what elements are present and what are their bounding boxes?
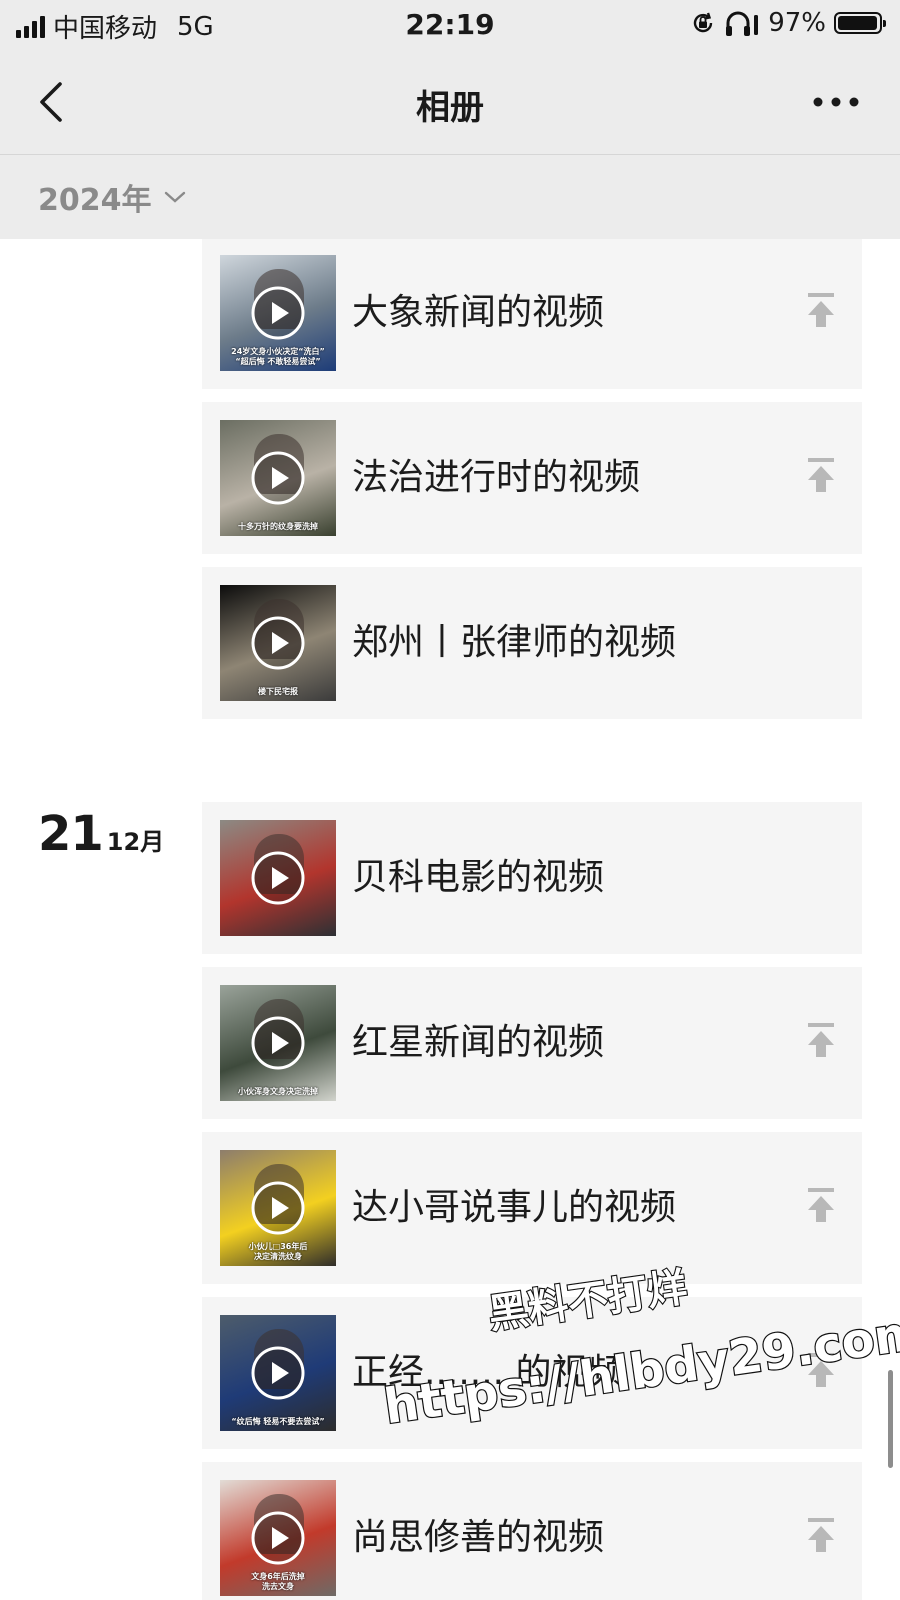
page-title: 相册	[416, 88, 484, 128]
video-thumbnail[interactable]: 文身6年后洗掉 洗去文身	[220, 1480, 336, 1596]
video-thumbnail[interactable]: “纹后悔 轻易不要去尝试”	[220, 1315, 336, 1431]
video-card[interactable]: 小伙儿□36年后 决定清洗纹身 达小哥说事儿的视频	[202, 1132, 862, 1284]
video-card[interactable]: 十多万针的纹身要洗掉 法治进行时的视频	[202, 402, 862, 554]
pin-to-top-icon[interactable]	[806, 456, 836, 496]
album-list: 24岁文身小伙决定“洗白” “超后悔 不敢轻易尝试” 大象新闻的视频十多万针的纹身…	[0, 239, 900, 1600]
video-thumbnail[interactable]	[220, 820, 336, 936]
date-month: 12月	[106, 828, 165, 856]
video-card[interactable]: “纹后悔 轻易不要去尝试” 正经........的视频	[202, 1297, 862, 1449]
video-card[interactable]: 小伙浑身文身决定洗掉 红星新闻的视频	[202, 967, 862, 1119]
video-card[interactable]: 贝科电影的视频	[202, 802, 862, 954]
video-thumbnail[interactable]: 小伙浑身文身决定洗掉	[220, 985, 336, 1101]
headphones-icon	[726, 11, 759, 36]
thumbnail-caption: 24岁文身小伙决定“洗白” “超后悔 不敢轻易尝试”	[231, 347, 325, 366]
battery-percent: 97%	[768, 8, 826, 38]
video-thumbnail[interactable]: 楼下民宅报	[220, 585, 336, 701]
nav-bar: 相册	[0, 52, 900, 155]
thumbnail-caption: 小伙儿□36年后 决定清洗纹身	[248, 1242, 308, 1261]
play-icon	[251, 1511, 305, 1565]
rotation-lock-icon	[694, 12, 713, 33]
video-title: 达小哥说事儿的视频	[352, 1187, 677, 1228]
video-title: 大象新闻的视频	[352, 292, 605, 333]
battery-icon	[834, 12, 886, 34]
video-title: 尚思修善的视频	[352, 1517, 605, 1558]
video-card[interactable]: 楼下民宅报 郑州丨张律师的视频	[202, 567, 862, 719]
status-right: 97%	[690, 8, 886, 38]
thumbnail-caption: 小伙浑身文身决定洗掉	[238, 1087, 318, 1096]
video-thumbnail[interactable]: 24岁文身小伙决定“洗白” “超后悔 不敢轻易尝试”	[220, 255, 336, 371]
play-icon	[251, 851, 305, 905]
video-thumbnail[interactable]: 小伙儿□36年后 决定清洗纹身	[220, 1150, 336, 1266]
play-icon	[251, 616, 305, 670]
video-thumbnail[interactable]: 十多万针的纹身要洗掉	[220, 420, 336, 536]
more-icon[interactable]	[812, 92, 860, 112]
thumbnail-caption: “纹后悔 轻易不要去尝试”	[231, 1417, 325, 1426]
play-icon	[251, 1016, 305, 1070]
year-label: 2024年	[38, 183, 152, 218]
video-title: 红星新闻的视频	[352, 1022, 605, 1063]
status-bar: 中国移动 5G 22:19 97%	[0, 0, 900, 52]
pin-to-top-icon[interactable]	[806, 1021, 836, 1061]
play-icon	[251, 1181, 305, 1235]
chevron-left-icon[interactable]	[34, 80, 74, 124]
play-icon	[251, 286, 305, 340]
thumbnail-caption: 文身6年后洗掉 洗去文身	[251, 1572, 305, 1591]
pin-to-top-icon[interactable]	[806, 1516, 836, 1556]
video-title: 法治进行时的视频	[352, 457, 641, 498]
year-dropdown[interactable]: 2024年	[38, 175, 186, 219]
date-label: 21 12月	[38, 806, 164, 862]
video-title: 郑州丨张律师的视频	[352, 622, 677, 663]
chevron-down-icon	[164, 191, 185, 203]
pin-to-top-icon[interactable]	[806, 1351, 836, 1391]
pin-to-top-icon[interactable]	[806, 291, 836, 331]
scrollbar[interactable]	[888, 1370, 893, 1468]
play-icon	[251, 451, 305, 505]
year-filter-bar: 2024年	[0, 155, 900, 239]
video-card[interactable]: 文身6年后洗掉 洗去文身 尚思修善的视频	[202, 1462, 862, 1600]
video-title: 正经........的视频	[352, 1352, 624, 1393]
thumbnail-caption: 楼下民宅报	[258, 687, 298, 696]
play-icon	[251, 1346, 305, 1400]
date-day: 21	[38, 806, 104, 862]
video-card[interactable]: 24岁文身小伙决定“洗白” “超后悔 不敢轻易尝试” 大象新闻的视频	[202, 239, 862, 389]
video-title: 贝科电影的视频	[352, 857, 605, 898]
pin-to-top-icon[interactable]	[806, 1186, 836, 1226]
thumbnail-caption: 十多万针的纹身要洗掉	[238, 522, 318, 531]
